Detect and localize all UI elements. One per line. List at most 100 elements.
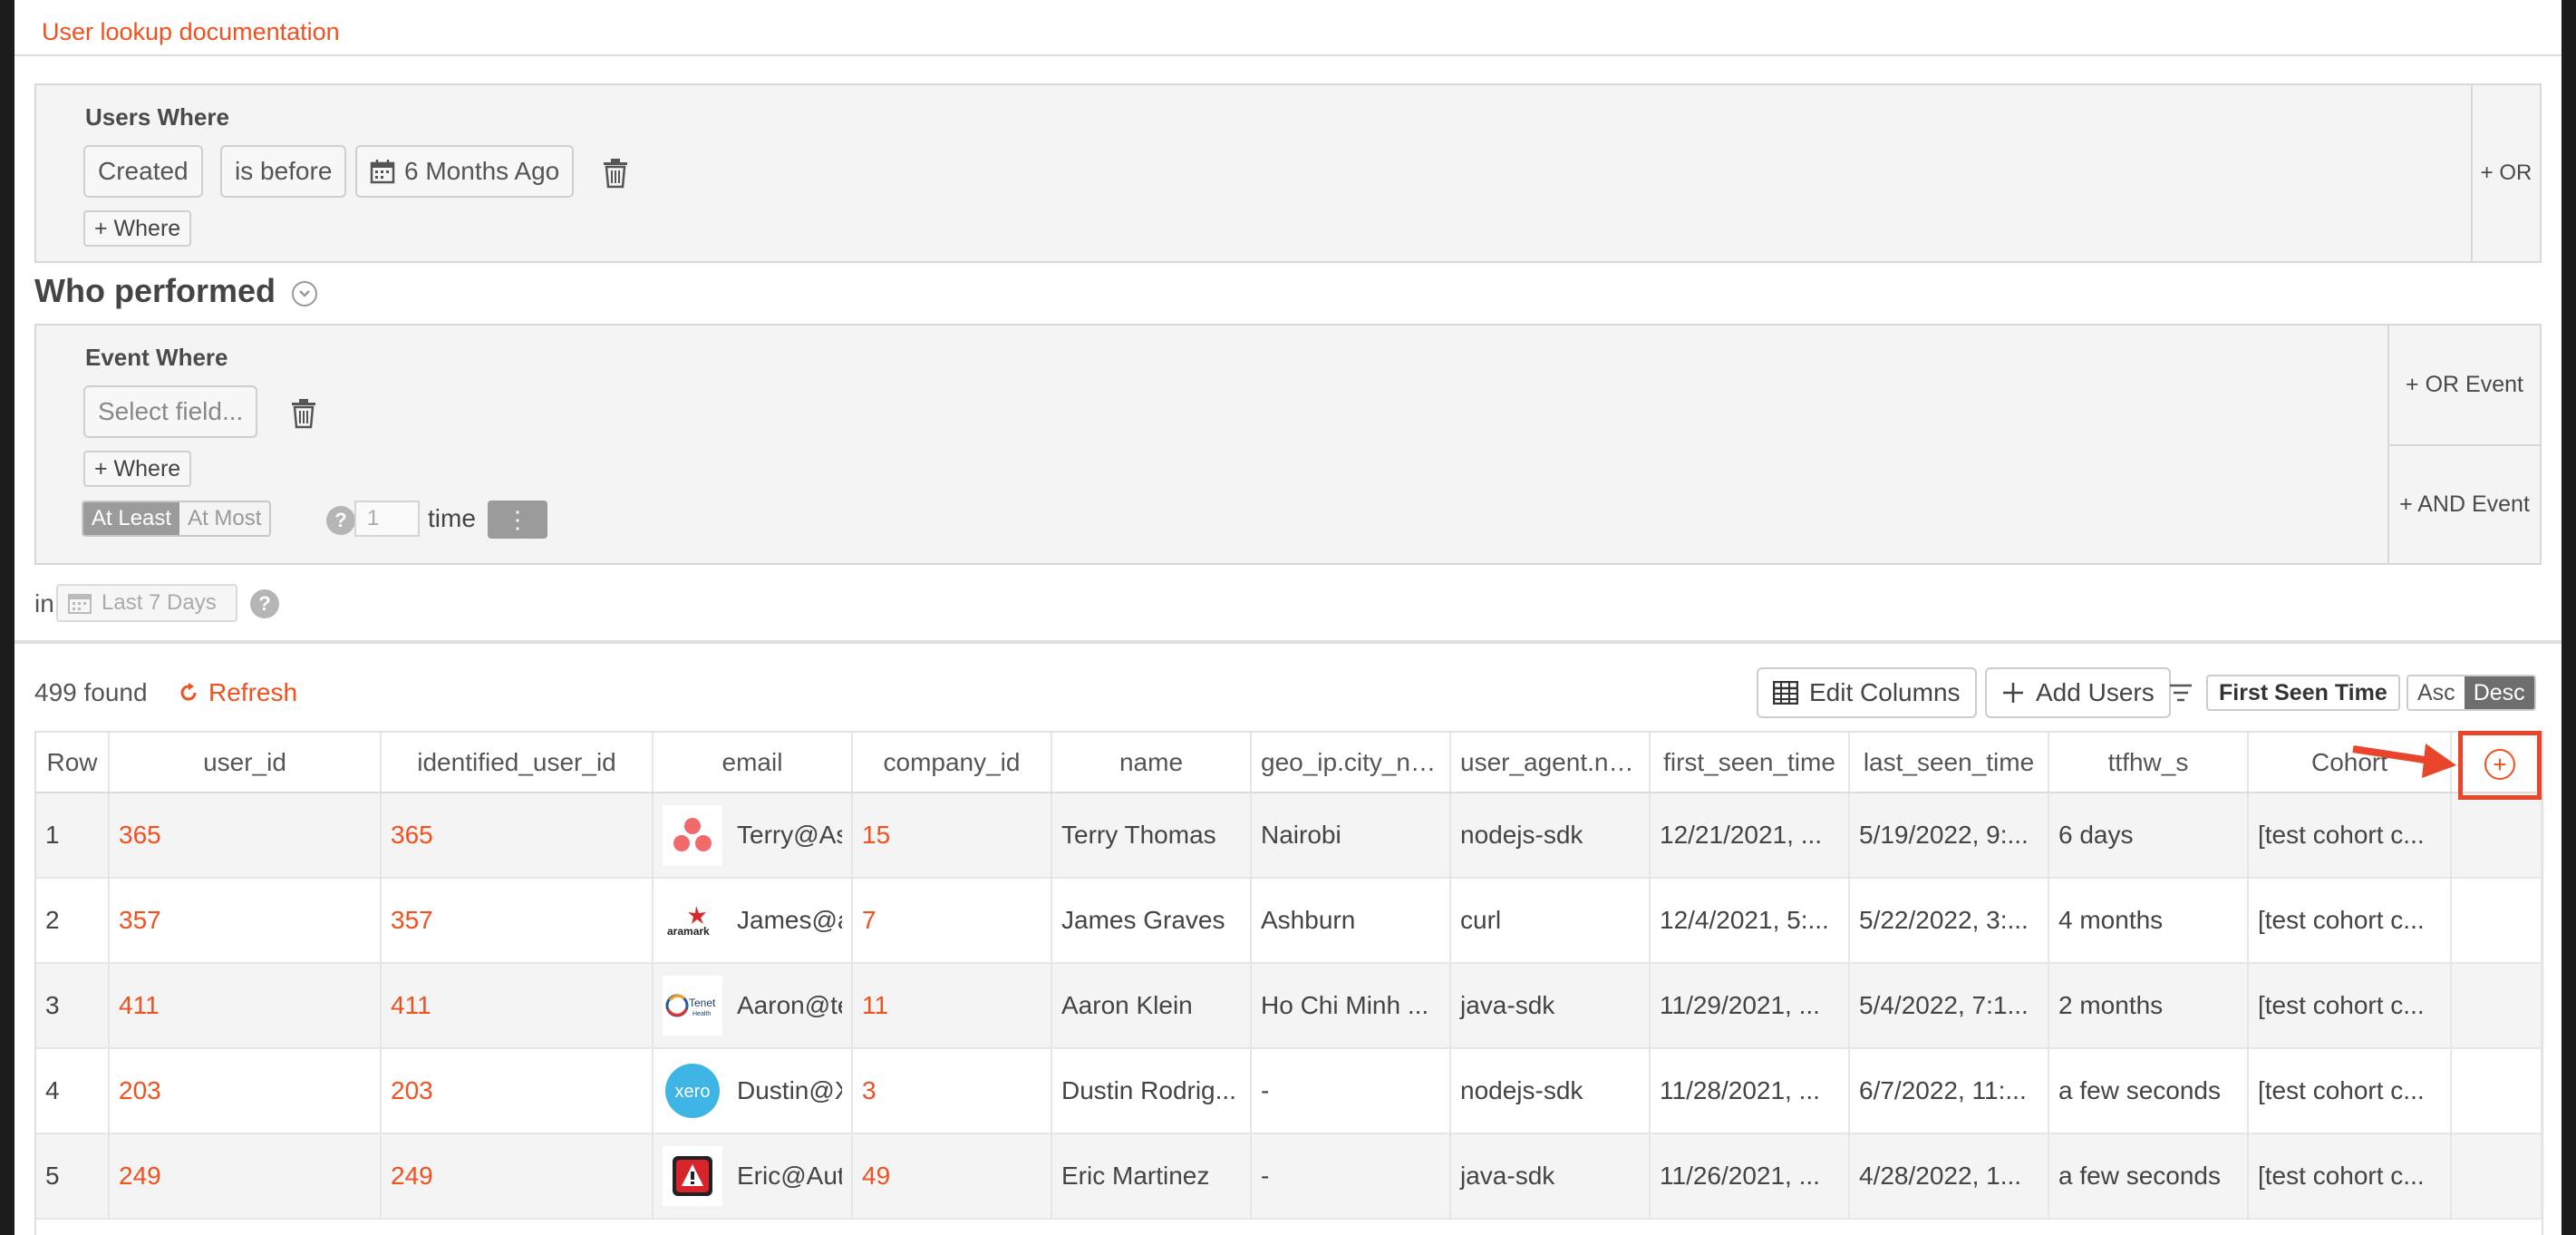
- column-header[interactable]: first_seen_time: [1650, 733, 1850, 793]
- refresh-button[interactable]: Refresh: [178, 678, 297, 707]
- help-icon[interactable]: ?: [326, 506, 355, 535]
- column-header[interactable]: company_id: [852, 733, 1052, 793]
- name-cell: Eric Martinez: [1051, 1133, 1252, 1220]
- add-where-button[interactable]: + Where: [83, 210, 192, 247]
- users-table: Row user_id identified_user_id email com…: [36, 733, 2542, 1220]
- tenet-logo-text: Tenet: [689, 997, 716, 1009]
- company-id-link[interactable]: 49: [852, 1133, 1052, 1220]
- user-id-link[interactable]: 249: [109, 1133, 382, 1220]
- column-header[interactable]: geo_ip.city_na...: [1251, 733, 1451, 793]
- event-field-select[interactable]: Select field...: [83, 385, 258, 438]
- count-input[interactable]: 1: [354, 501, 420, 537]
- date-range-picker[interactable]: Last 7 Days: [56, 584, 237, 622]
- aramark-logo-icon: aramark: [663, 890, 722, 950]
- date-range-text: Last 7 Days: [102, 590, 217, 615]
- column-header[interactable]: name: [1051, 733, 1252, 793]
- who-performed-title: Who performed: [34, 272, 276, 309]
- column-header[interactable]: user_id: [109, 733, 382, 793]
- email-text: James@a: [737, 906, 842, 934]
- agent-cell: java-sdk: [1450, 963, 1651, 1049]
- cohort-cell: [test cohort c...: [2248, 793, 2452, 879]
- table-row[interactable]: 3 411 411 Tenet Health Aaron@te 11 Aaron …: [36, 963, 2542, 1049]
- first-seen-cell: 11/29/2021, ...: [1650, 963, 1850, 1049]
- cohort-cell: [test cohort c...: [2248, 1048, 2452, 1134]
- add-or-event-button[interactable]: + OR Event: [2389, 326, 2540, 444]
- frequency-toggle: At Least At Most: [82, 501, 272, 537]
- company-id-link[interactable]: 15: [852, 793, 1052, 879]
- tenet-logo-icon: Tenet Health: [663, 976, 722, 1036]
- email-cell: Terry@Asa: [653, 793, 853, 879]
- user-lookup-page: User lookup documentation Users Where Cr…: [15, 0, 2561, 1235]
- column-header[interactable]: email: [653, 733, 853, 793]
- chevron-down-icon[interactable]: [292, 281, 317, 306]
- column-header[interactable]: ttfhw_s: [2048, 733, 2249, 793]
- help-icon[interactable]: ?: [250, 589, 279, 618]
- user-id-link[interactable]: 203: [109, 1048, 382, 1134]
- identified-user-id-link[interactable]: 365: [381, 793, 654, 879]
- last-seen-cell: 5/22/2022, 3:...: [1849, 878, 2049, 964]
- autodesk-logo-icon: [663, 1146, 722, 1206]
- agent-cell: curl: [1450, 878, 1651, 964]
- company-id-link[interactable]: 3: [852, 1048, 1052, 1134]
- email-cell: aramark James@a: [653, 878, 853, 964]
- company-id-link[interactable]: 11: [852, 963, 1052, 1049]
- add-and-event-button[interactable]: + AND Event: [2389, 444, 2540, 563]
- table-header-row: Row user_id identified_user_id email com…: [36, 733, 2542, 793]
- row-number: 5: [36, 1133, 110, 1220]
- row-number: 1: [36, 793, 110, 879]
- column-header[interactable]: Row: [36, 733, 110, 793]
- add-users-button[interactable]: Add Users: [1985, 667, 2171, 718]
- field-select[interactable]: Created: [83, 145, 203, 198]
- last-seen-cell: 5/4/2022, 7:1...: [1849, 963, 2049, 1049]
- user-id-link[interactable]: 411: [109, 963, 382, 1049]
- identified-user-id-link[interactable]: 249: [381, 1133, 654, 1220]
- more-options-button[interactable]: ⋮: [488, 501, 547, 539]
- trash-icon[interactable]: [290, 398, 317, 429]
- divider: [15, 54, 2561, 56]
- highlight-box: [2458, 731, 2542, 800]
- add-where-button[interactable]: + Where: [83, 451, 192, 487]
- xero-logo-icon: xero: [663, 1061, 722, 1121]
- at-least-option[interactable]: At Least: [83, 502, 180, 535]
- identified-user-id-link[interactable]: 203: [381, 1048, 654, 1134]
- first-seen-cell: 11/26/2021, ...: [1650, 1133, 1850, 1220]
- xero-logo-text: xero: [675, 1082, 711, 1102]
- table-row[interactable]: 2 357 357 aramark James@a 7 James Graves…: [36, 878, 2542, 964]
- sort-field-select[interactable]: First Seen Time: [2206, 675, 2400, 711]
- desc-option[interactable]: Desc: [2464, 676, 2534, 709]
- identified-user-id-link[interactable]: 357: [381, 878, 654, 964]
- user-id-link[interactable]: 365: [109, 793, 382, 879]
- operator-select[interactable]: is before: [220, 145, 347, 198]
- date-value-text: 6 Months Ago: [404, 157, 560, 185]
- divider: [15, 640, 2561, 644]
- column-header[interactable]: identified_user_id: [381, 733, 654, 793]
- date-value-picker[interactable]: 6 Months Ago: [355, 145, 575, 198]
- empty-cell: [2451, 878, 2542, 964]
- user-id-link[interactable]: 357: [109, 878, 382, 964]
- table-row[interactable]: 5 249 249 Eric@Auto 49 Eric Martinez - j…: [36, 1133, 2542, 1220]
- at-most-option[interactable]: At Most: [179, 502, 270, 535]
- empty-cell: [2451, 793, 2542, 879]
- column-header[interactable]: user_agent.na...: [1450, 733, 1651, 793]
- empty-cell: [2451, 1048, 2542, 1134]
- add-or-button[interactable]: + OR: [2471, 85, 2540, 261]
- last-seen-cell: 4/28/2022, 1...: [1849, 1133, 2049, 1220]
- identified-user-id-link[interactable]: 411: [381, 963, 654, 1049]
- trash-icon[interactable]: [602, 158, 629, 189]
- table-row[interactable]: 1 365 365 Terry@Asa 15 Terry Thomas Nair…: [36, 793, 2542, 879]
- city-cell: Ho Chi Minh ...: [1251, 963, 1451, 1049]
- cohort-cell: [test cohort c...: [2248, 1133, 2452, 1220]
- event-logic-column: + OR Event + AND Event: [2387, 326, 2540, 563]
- docs-link[interactable]: User lookup documentation: [42, 18, 340, 46]
- company-id-link[interactable]: 7: [852, 878, 1052, 964]
- column-header[interactable]: last_seen_time: [1849, 733, 2049, 793]
- ttfhw-cell: 6 days: [2048, 793, 2249, 879]
- edit-columns-button[interactable]: Edit Columns: [1757, 667, 1977, 718]
- empty-cell: [2451, 963, 2542, 1049]
- ttfhw-cell: a few seconds: [2048, 1133, 2249, 1220]
- table-row[interactable]: 4 203 203 xero Dustin@Xe 3 Dustin Rodrig…: [36, 1048, 2542, 1134]
- city-cell: -: [1251, 1133, 1451, 1220]
- asc-option[interactable]: Asc: [2408, 676, 2465, 709]
- refresh-icon: [180, 683, 197, 701]
- email-cell: Eric@Auto: [653, 1133, 853, 1220]
